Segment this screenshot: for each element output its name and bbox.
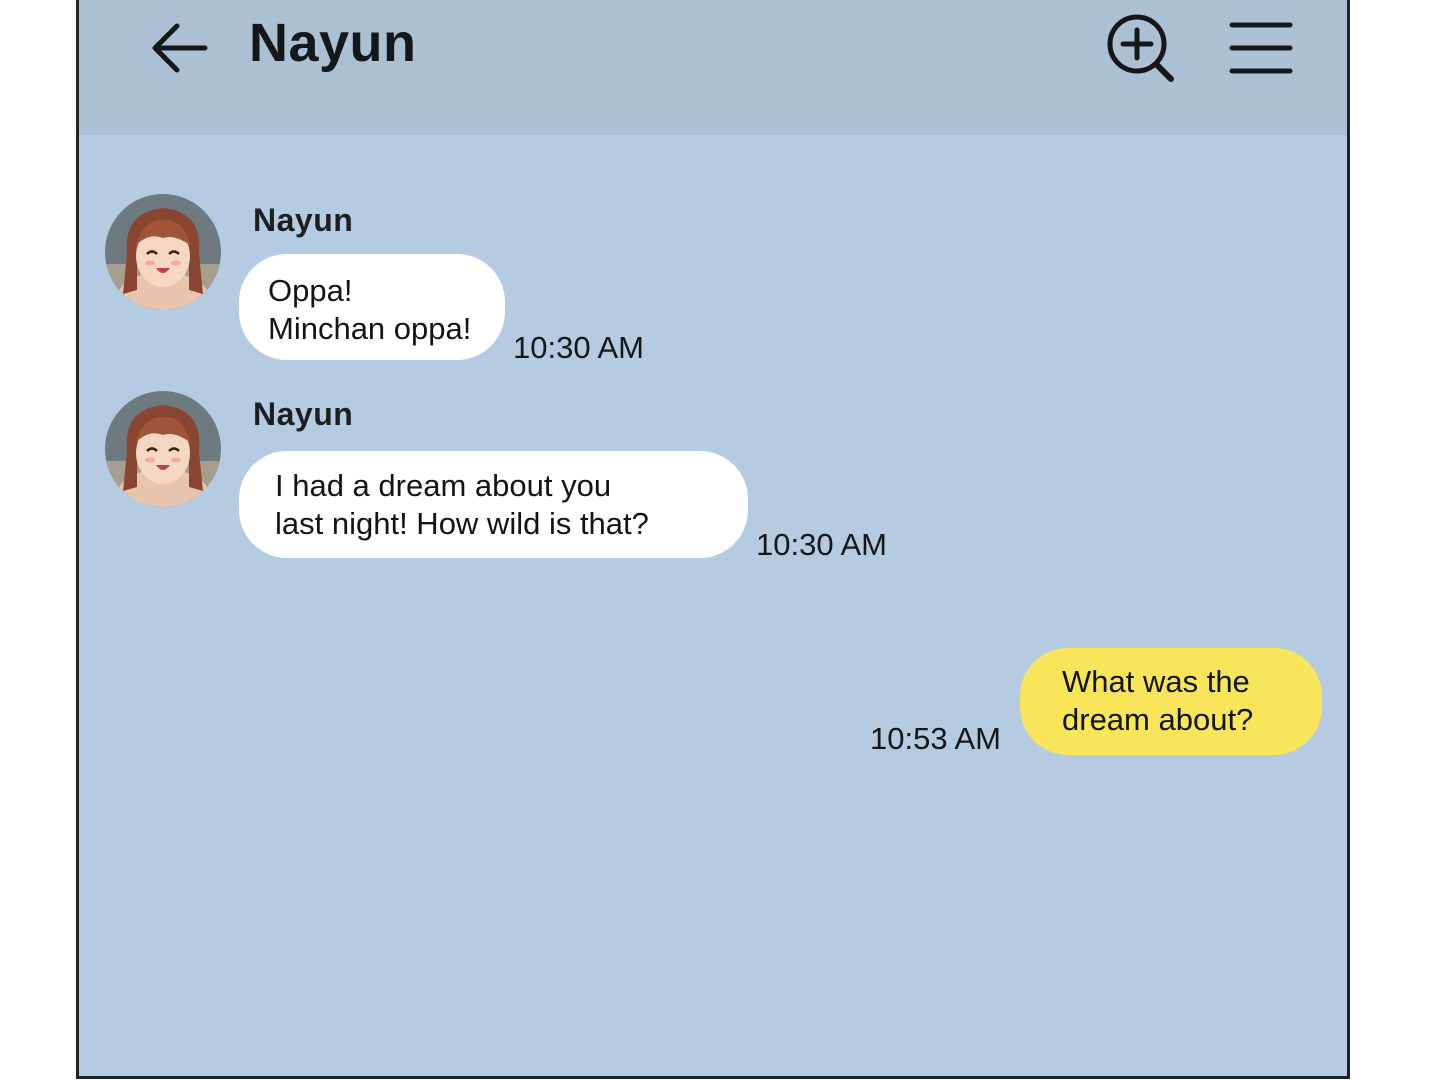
sender-name: Nayun xyxy=(253,202,354,238)
message-line: What was the xyxy=(1062,664,1250,699)
menu-button[interactable] xyxy=(1229,18,1293,78)
sender-name: Nayun xyxy=(253,396,354,432)
girl-portrait-icon xyxy=(105,194,221,310)
chat-title: Nayun xyxy=(249,13,417,73)
message-timestamp: 10:30 AM xyxy=(513,330,644,365)
chat-window: Nayun Nayun Oppa! Minchan oppa! 10:30 AM… xyxy=(76,0,1350,1079)
message-bubble[interactable]: I had a dream about you last night! How … xyxy=(239,451,748,558)
chat-header: Nayun xyxy=(79,0,1347,135)
zoom-in-icon xyxy=(1107,14,1174,82)
message-timestamp: 10:53 AM xyxy=(870,721,1001,756)
hamburger-menu-icon xyxy=(1229,22,1293,74)
message-line: dream about? xyxy=(1062,702,1254,737)
message-line: I had a dream about you xyxy=(275,468,612,503)
message-bubble[interactable]: Oppa! Minchan oppa! xyxy=(239,254,505,360)
message-line: Oppa! xyxy=(268,273,353,308)
message-line: last night! How wild is that? xyxy=(275,506,649,541)
message-timestamp: 10:30 AM xyxy=(756,527,887,562)
avatar[interactable] xyxy=(105,194,221,310)
back-button[interactable] xyxy=(147,18,211,82)
arrow-left-icon xyxy=(152,23,208,73)
outgoing-message-bubble[interactable]: What was the dream about? xyxy=(1020,648,1322,755)
girl-portrait-icon xyxy=(105,391,221,507)
avatar[interactable] xyxy=(105,391,221,507)
message-line: Minchan oppa! xyxy=(268,311,472,346)
zoom-search-button[interactable] xyxy=(1107,12,1177,82)
